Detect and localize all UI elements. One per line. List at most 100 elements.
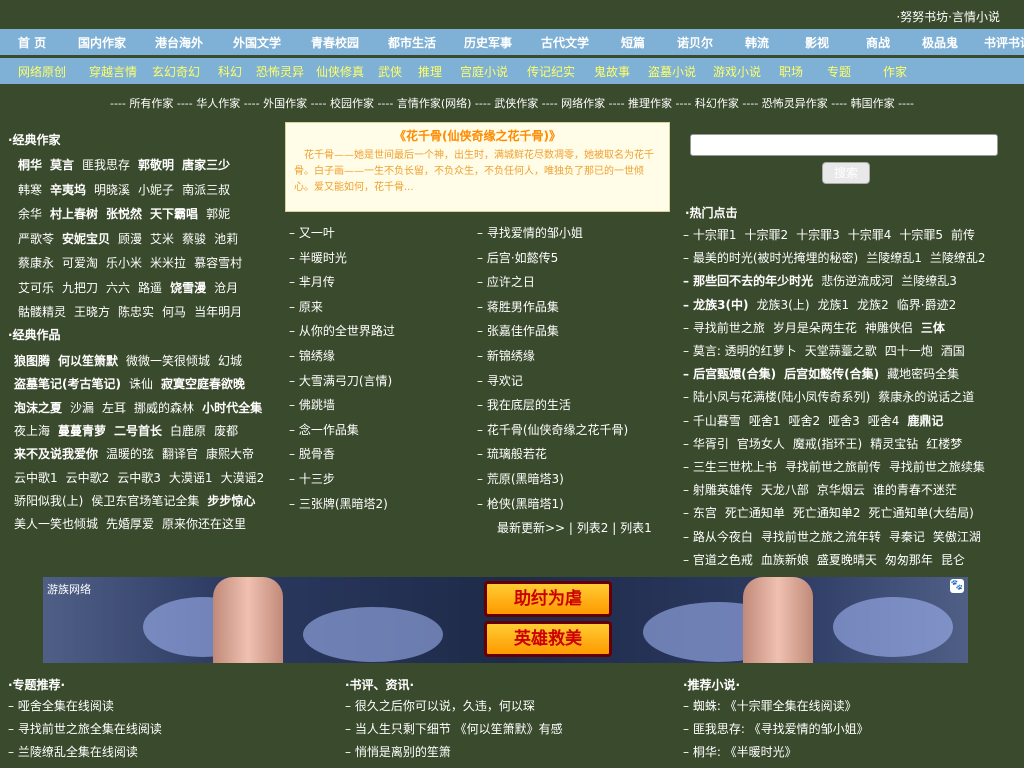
- nav2-item[interactable]: 专题: [812, 63, 866, 80]
- nav1-item[interactable]: 韩流: [728, 34, 786, 51]
- classic_authors-link[interactable]: 骷髅精灵: [18, 305, 66, 319]
- hot-link[interactable]: 兰陵缭乱3: [901, 274, 957, 288]
- list-item[interactable]: – 我在底层的生活: [477, 396, 628, 421]
- hot-link[interactable]: 藏地密码全集: [887, 367, 959, 381]
- nav1-item[interactable]: 青春校园: [296, 34, 374, 51]
- classic_authors-link[interactable]: 辛夷坞: [50, 183, 86, 197]
- classic_works-link[interactable]: 云中歌3: [117, 471, 161, 485]
- search-input[interactable]: [690, 134, 998, 156]
- nav2-item[interactable]: 鬼故事: [584, 63, 640, 80]
- classic_authors-link[interactable]: 乐小米: [106, 256, 142, 270]
- classic_authors-link[interactable]: 唐家三少: [182, 158, 230, 172]
- classic_works-link[interactable]: 先婚厚爱: [106, 517, 154, 531]
- classic_authors-link[interactable]: 何马: [162, 305, 186, 319]
- ad-button-1[interactable]: 助纣为虐: [484, 581, 612, 617]
- list-item[interactable]: – 又一叶: [289, 224, 395, 249]
- hot-link[interactable]: 兰陵缭乱2: [930, 251, 986, 265]
- list-item[interactable]: – 哑舍全集在线阅读: [8, 697, 162, 720]
- classic_works-link[interactable]: 小时代全集: [202, 401, 262, 415]
- nav2-item[interactable]: 恐怖灵异: [250, 63, 310, 80]
- classic_works-link[interactable]: 盗墓笔记(考古笔记): [14, 377, 121, 391]
- classic_authors-link[interactable]: 六六: [106, 281, 130, 295]
- hot-link[interactable]: 寻找前世之旅续集: [889, 460, 985, 474]
- hot-link[interactable]: 京华烟云: [817, 483, 865, 497]
- classic_works-link[interactable]: 原来你还在这里: [162, 517, 246, 531]
- hot-link[interactable]: 红楼梦: [926, 437, 962, 451]
- nav1-item[interactable]: 短篇: [604, 34, 662, 51]
- classic_authors-link[interactable]: 南派三叔: [182, 183, 230, 197]
- classic_works-link[interactable]: 云中歌1: [14, 471, 58, 485]
- list-item[interactable]: – 原来: [289, 298, 395, 323]
- ad-button-2[interactable]: 英雄救美: [484, 621, 612, 657]
- paw-icon[interactable]: 🐾: [950, 579, 964, 593]
- nav2-item[interactable]: 仙侠修真: [310, 63, 370, 80]
- nav2-item[interactable]: 网络原创: [0, 63, 84, 80]
- hot-link[interactable]: 前传: [951, 228, 975, 242]
- writer-category-links[interactable]: ---- 所有作家 ---- 华人作家 ---- 外国作家 ---- 校园作家 …: [0, 95, 1024, 111]
- nav1-item[interactable]: 影视: [786, 34, 848, 51]
- classic_authors-link[interactable]: 陈忠实: [118, 305, 154, 319]
- list-item[interactable]: – 大雪满弓刀(言情): [289, 372, 395, 397]
- classic_authors-link[interactable]: 王晓方: [74, 305, 110, 319]
- hot-link[interactable]: 死亡通知单: [725, 506, 785, 520]
- hot-link[interactable]: – 千山暮雪: [683, 414, 741, 428]
- nav1-item[interactable]: 古代文学: [526, 34, 604, 51]
- list-item[interactable]: – 三张牌(黑暗塔2): [289, 495, 395, 520]
- classic_works-link[interactable]: 康熙大帝: [206, 447, 254, 461]
- list-item[interactable]: – 琉璃般若花: [477, 445, 628, 470]
- hot-link[interactable]: 十宗罪4: [848, 228, 892, 242]
- classic_authors-link[interactable]: 明晓溪: [94, 183, 130, 197]
- classic_authors-link[interactable]: 安妮宝贝: [62, 232, 110, 246]
- hot-link[interactable]: – 官道之色戒: [683, 553, 753, 567]
- list-item[interactable]: – 桐华: 《半暖时光》: [683, 743, 869, 766]
- hot-link[interactable]: – 那些回不去的年少时光: [683, 274, 813, 288]
- classic_works-link[interactable]: 沙漏: [70, 401, 94, 415]
- hot-link[interactable]: 岁月是朵两生花: [773, 321, 857, 335]
- classic_works-link[interactable]: 挪威的森林: [134, 401, 194, 415]
- more-links[interactable]: 最新更新>> | 列表2 | 列表1: [497, 519, 652, 537]
- featured-title[interactable]: 《花千骨(仙侠奇缘之花千骨)》: [294, 127, 661, 144]
- hot-link[interactable]: 龙族2: [857, 298, 889, 312]
- search-button[interactable]: 搜索: [822, 162, 870, 184]
- hot-link[interactable]: 十宗罪2: [744, 228, 788, 242]
- classic_works-link[interactable]: 骄阳似我(上): [14, 494, 83, 508]
- nav2-item[interactable]: 盗墓小说: [640, 63, 704, 80]
- classic_works-link[interactable]: 左耳: [102, 401, 126, 415]
- hot-link[interactable]: 哑舍2: [788, 414, 820, 428]
- classic_works-link[interactable]: 泡沫之夏: [14, 401, 62, 415]
- list-item[interactable]: – 蒋胜男作品集: [477, 298, 628, 323]
- classic_authors-link[interactable]: 路遥: [138, 281, 162, 295]
- nav1-item[interactable]: 极品鬼: [908, 34, 972, 51]
- list-item[interactable]: – 脱骨香: [289, 445, 395, 470]
- nav1-item[interactable]: 都市生活: [374, 34, 450, 51]
- hot-link[interactable]: 酒国: [941, 344, 965, 358]
- list-item[interactable]: – 很久之后你可以说，久违，何以琛: [345, 697, 563, 720]
- classic_works-link[interactable]: 大漠谣2: [221, 471, 265, 485]
- hot-link[interactable]: 谁的青春不迷茫: [873, 483, 957, 497]
- classic_authors-link[interactable]: 桐华: [18, 158, 42, 172]
- nav2-item[interactable]: 职场: [770, 63, 812, 80]
- nav1-item[interactable]: 历史军事: [450, 34, 526, 51]
- hot-link[interactable]: – 陆小凤与花满楼(陆小凤传奇系列): [683, 390, 870, 404]
- list-item[interactable]: – 锦绣缘: [289, 347, 395, 372]
- nav2-item[interactable]: 推理: [410, 63, 450, 80]
- hot-link[interactable]: 官场女人: [737, 437, 785, 451]
- classic_works-link[interactable]: 大漠谣1: [169, 471, 213, 485]
- hot-link[interactable]: 哑舍1: [749, 414, 781, 428]
- hot-link[interactable]: 四十一炮: [885, 344, 933, 358]
- classic_works-link[interactable]: 废都: [214, 424, 238, 438]
- classic_authors-link[interactable]: 严歌苓: [18, 232, 54, 246]
- classic_works-link[interactable]: 诛仙: [129, 377, 153, 391]
- classic_authors-link[interactable]: 郭敬明: [138, 158, 174, 172]
- nav2-item[interactable]: 传记纪实: [518, 63, 584, 80]
- classic_works-link[interactable]: 云中歌2: [66, 471, 110, 485]
- nav1-item[interactable]: 外国文学: [218, 34, 296, 51]
- list-item[interactable]: – 佛跳墙: [289, 396, 395, 421]
- hot-link[interactable]: 哑舍4: [868, 414, 900, 428]
- hot-link[interactable]: 神雕侠侣: [865, 321, 913, 335]
- nav2-item[interactable]: 玄幻奇幻: [142, 63, 210, 80]
- classic_works-link[interactable]: 白鹿原: [170, 424, 206, 438]
- hot-link[interactable]: 盛夏晚晴天: [817, 553, 877, 567]
- hot-link[interactable]: 死亡通知单2: [793, 506, 861, 520]
- list-item[interactable]: – 新锦绣缘: [477, 347, 628, 372]
